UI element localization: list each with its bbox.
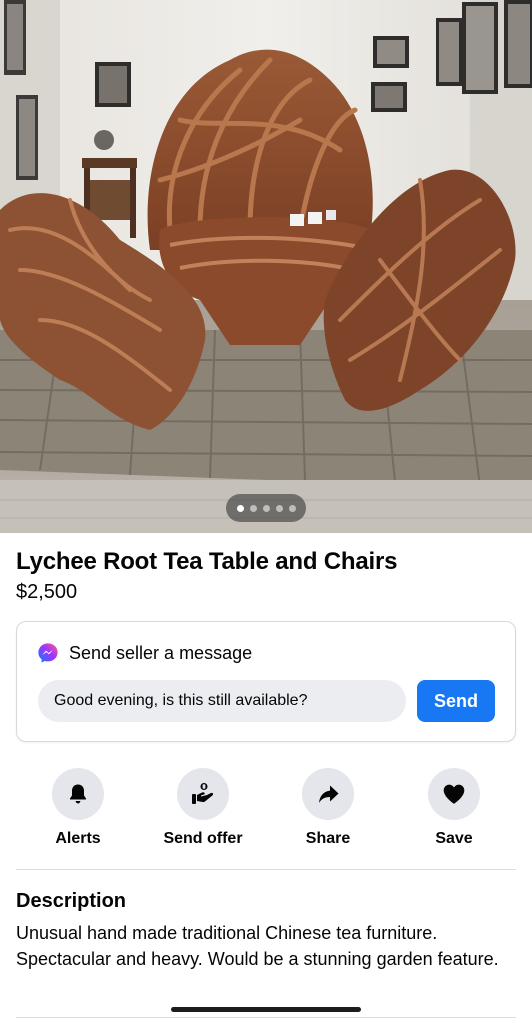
save-button[interactable]: Save (399, 768, 509, 848)
share-button[interactable]: Share (273, 768, 383, 848)
bell-icon (70, 784, 86, 804)
send-offer-label: Send offer (163, 830, 243, 847)
save-circle[interactable] (428, 768, 480, 820)
pager-dot (249, 504, 257, 512)
send-message-card: Send seller a message Send (16, 621, 516, 742)
description-heading: Description (16, 890, 127, 912)
send-offer-circle[interactable] (177, 768, 229, 820)
root-furniture-image (0, 0, 532, 533)
offer-icon (192, 783, 214, 804)
photo-pager[interactable] (226, 494, 306, 522)
alerts-label: Alerts (55, 830, 101, 847)
pager-dot (262, 504, 270, 512)
send-button[interactable]: Send (417, 680, 495, 722)
save-label: Save (435, 830, 473, 847)
pager-dot-active (236, 504, 244, 512)
section-divider (16, 869, 516, 870)
message-card-title: Send seller a message (69, 642, 253, 663)
listing-title: Lychee Root Tea Table and Chairs (16, 548, 398, 575)
heart-icon (443, 784, 465, 804)
alerts-circle[interactable] (52, 768, 104, 820)
listing-photo[interactable] (0, 0, 532, 533)
pager-dot (288, 504, 296, 512)
pager-dot (275, 504, 283, 512)
home-indicator[interactable] (171, 1007, 361, 1012)
description-text: Unusual hand made traditional Chinese te… (16, 923, 499, 969)
message-card-header: Send seller a message (37, 642, 252, 664)
listing-price: $2,500 (16, 581, 78, 603)
send-offer-button[interactable]: Send offer (148, 768, 258, 848)
alerts-button[interactable]: Alerts (23, 768, 133, 848)
action-bar: Alerts Send offer Share Save (0, 768, 532, 852)
message-input[interactable] (38, 680, 406, 722)
share-label: Share (305, 830, 351, 847)
bottom-divider (16, 1017, 516, 1018)
share-icon (319, 785, 339, 803)
messenger-icon (38, 643, 58, 663)
share-circle[interactable] (302, 768, 354, 820)
